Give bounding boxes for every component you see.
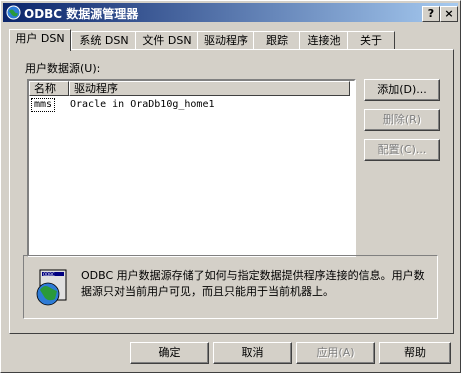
dsn-name: mms [31,98,56,112]
dsn-driver: Oracle in OraDb10g_home1 [70,99,215,110]
tab-tracing[interactable]: 跟踪 [253,31,301,50]
user-data-sources-label: 用户数据源(U): [25,62,101,75]
tab-panel-user-dsn: 用户数据源(U): 名称 驱动程序 mms Oracle in OraDb10g… [9,49,454,334]
info-box: ODBC ODBC 用户数据源存储了如何与指定数据提供程序连接的信息。用户数据源… [23,255,438,319]
tab-user-dsn[interactable]: 用户 DSN [9,29,71,51]
apply-button[interactable]: 应用(A) [296,342,375,364]
tab-connection-pooling[interactable]: 连接池 [299,31,349,50]
add-button[interactable]: 添加(D)... [364,79,440,101]
help-title-button[interactable]: ? [422,6,440,22]
odbc-globe-icon: ODBC [36,269,67,306]
odbc-app-icon [6,5,21,20]
window-title: ODBC 数据源管理器 [24,7,139,21]
tab-file-dsn[interactable]: 文件 DSN [135,31,199,50]
ok-button[interactable]: 确定 [130,342,209,364]
odbc-dialog-window: ODBC 数据源管理器 ? × 用户 DSN 系统 DSN 文件 DSN 驱动程… [0,0,461,373]
info-text: ODBC 用户数据源存储了如何与指定数据提供程序连接的信息。用户数据源只对当前用… [81,269,425,298]
column-header-driver[interactable]: 驱动程序 [69,81,350,96]
tab-about[interactable]: 关于 [347,31,395,50]
remove-button[interactable]: 删除(R) [364,109,440,131]
tab-drivers[interactable]: 驱动程序 [197,31,255,50]
close-button[interactable]: × [440,6,458,22]
user-dsn-list[interactable]: 名称 驱动程序 mms Oracle in OraDb10g_home1 [27,79,356,257]
column-header-name[interactable]: 名称 [29,81,69,96]
title-bar[interactable]: ODBC 数据源管理器 ? × [3,3,458,22]
cancel-button[interactable]: 取消 [213,342,292,364]
help-button[interactable]: 帮助 [379,342,451,364]
configure-button[interactable]: 配置(C)... [364,139,440,161]
svg-text:ODBC: ODBC [43,272,55,277]
tab-system-dsn[interactable]: 系统 DSN [71,31,137,50]
list-item[interactable]: mms Oracle in OraDb10g_home1 [29,98,350,112]
